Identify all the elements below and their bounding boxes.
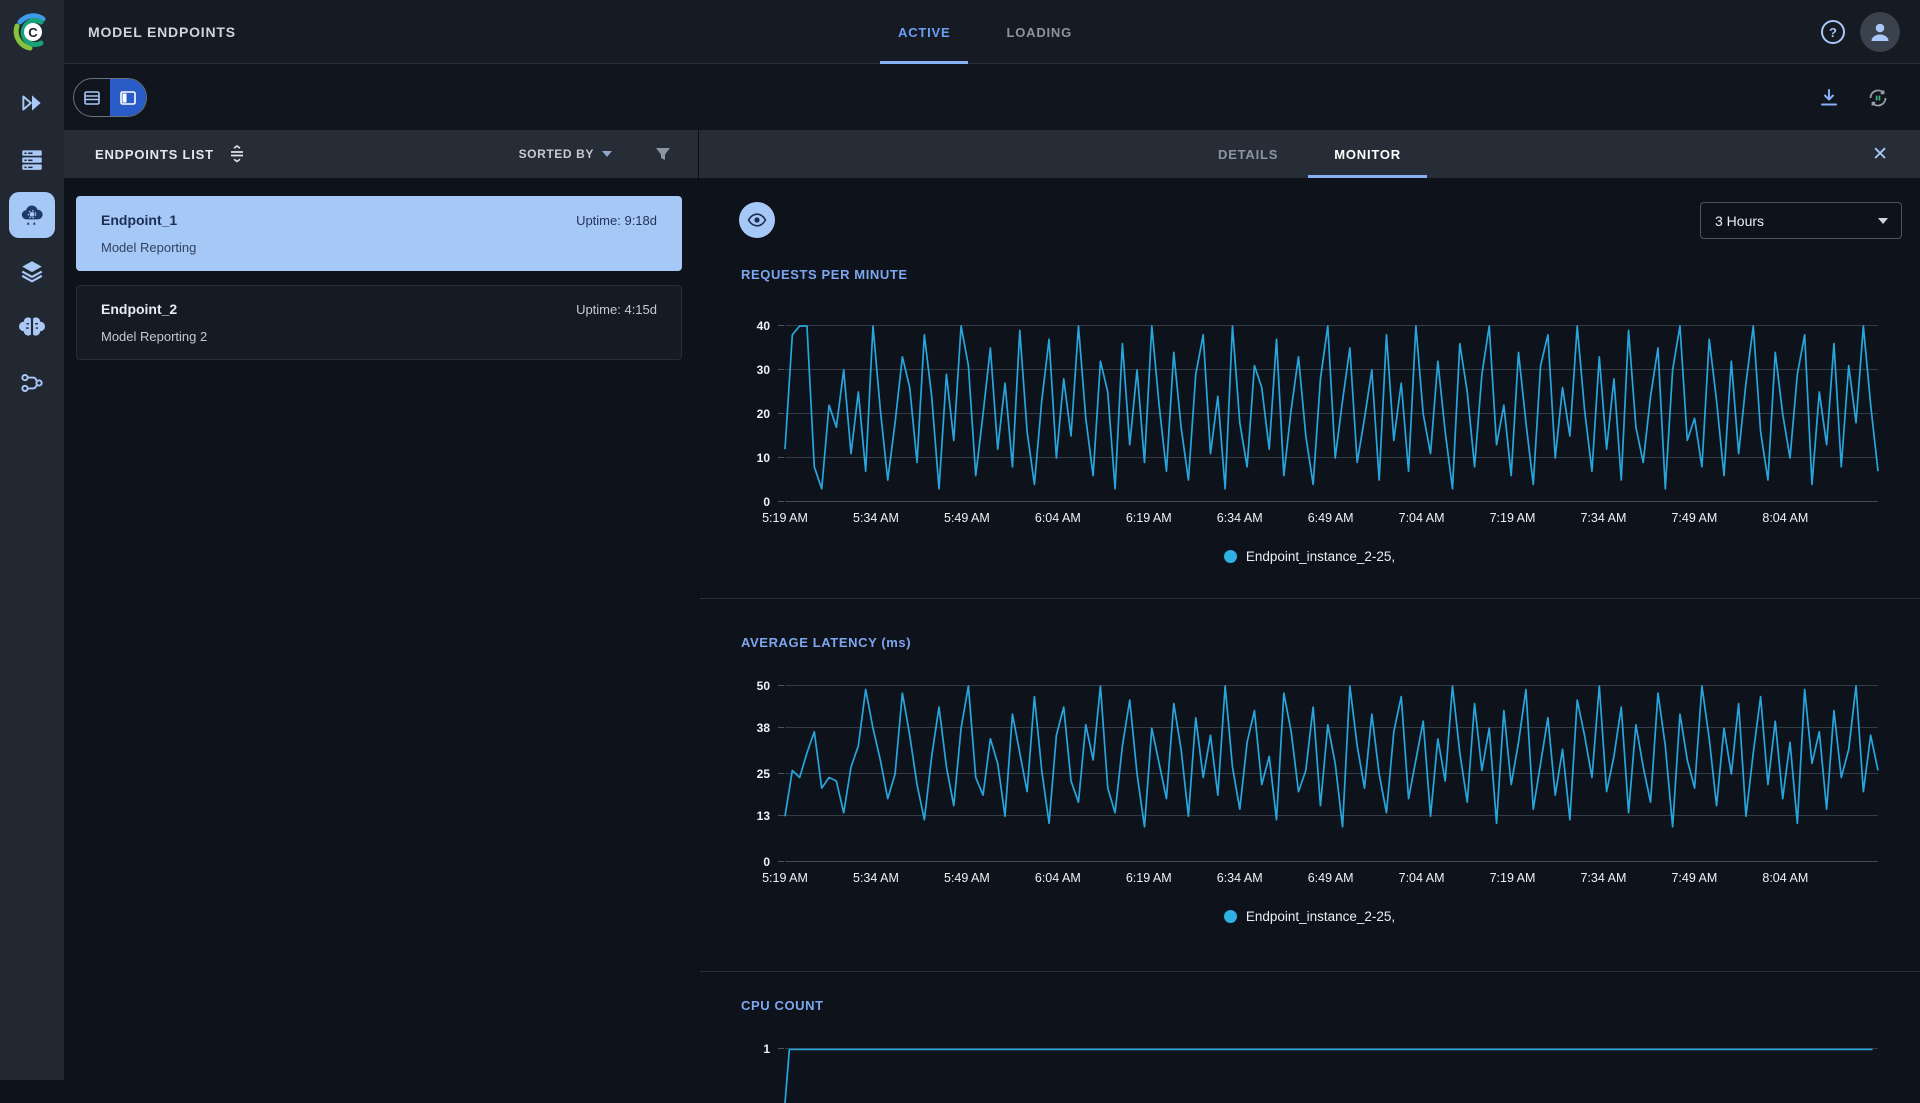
top-bar-actions: ?	[1820, 0, 1900, 64]
help-button[interactable]: ?	[1820, 19, 1846, 45]
view-mode-toggle	[73, 78, 147, 117]
endpoints-list-title: ENDPOINTS LIST	[95, 147, 214, 162]
eye-icon	[746, 209, 768, 231]
split-view-icon	[118, 88, 138, 108]
row-density-icon	[228, 145, 246, 163]
endpoint-uptime: Uptime: 4:15d	[576, 302, 657, 317]
cpu-chart-plot[interactable]: 1	[785, 1043, 1878, 1103]
svg-text:?: ?	[1829, 25, 1837, 40]
monitor-controls: 3 Hours	[699, 178, 1920, 239]
requests-chart-x-axis: 5:19 AM5:34 AM5:49 AM6:04 AM6:19 AM6:34 …	[785, 511, 1878, 527]
app-sidebar: C	[0, 0, 64, 1080]
endpoint-project: Model Reporting 2	[101, 329, 657, 344]
requests-chart-legend[interactable]: Endpoint_instance_2-25,	[699, 549, 1920, 564]
list-settings-button[interactable]	[228, 145, 246, 163]
pipelines-icon	[19, 370, 45, 396]
model-serving-icon	[19, 202, 45, 228]
endpoint-card-1[interactable]: Endpoint_1 Uptime: 9:18d Model Reporting	[76, 196, 682, 271]
chevron-down-icon	[1878, 218, 1888, 224]
table-view-icon	[82, 88, 102, 108]
table-view-button[interactable]	[74, 79, 110, 116]
sidebar-item-model-serving[interactable]	[9, 192, 55, 238]
requests-chart-plot[interactable]: 010203040	[785, 326, 1878, 502]
split-view-button[interactable]	[110, 79, 146, 116]
sorted-by-dropdown[interactable]: SORTED BY	[519, 147, 612, 161]
user-avatar-icon	[1868, 20, 1892, 44]
latency-chart-legend[interactable]: Endpoint_instance_2-25,	[699, 909, 1920, 924]
top-bar: MODEL ENDPOINTS ACTIVE LOADING ?	[64, 0, 1920, 64]
latency-chart-x-axis: 5:19 AM5:34 AM5:49 AM6:04 AM6:19 AM6:34 …	[785, 871, 1878, 887]
monitor-panel-header: DETAILS MONITOR ✕	[699, 130, 1920, 178]
sidebar-item-workers[interactable]	[9, 136, 55, 182]
download-button[interactable]	[1818, 87, 1840, 109]
endpoint-uptime: Uptime: 9:18d	[576, 213, 657, 228]
toolbar-actions	[1818, 65, 1890, 130]
datasets-icon	[19, 258, 45, 284]
chevron-down-icon	[602, 151, 612, 157]
help-icon: ?	[1820, 19, 1846, 45]
legend-marker-icon	[1224, 550, 1237, 563]
hide-charts-button[interactable]	[739, 202, 775, 238]
endpoints-cards: Endpoint_1 Uptime: 9:18d Model Reporting…	[64, 178, 698, 360]
view-toolbar	[64, 65, 1920, 130]
sidebar-item-pipelines[interactable]	[9, 360, 55, 406]
auto-refresh-icon	[1866, 86, 1890, 110]
endpoint-name: Endpoint_1	[101, 212, 177, 228]
endpoints-list-panel: ENDPOINTS LIST SORTED BY Endpoint_1 Upti…	[64, 130, 698, 1080]
legend-label: Endpoint_instance_2-25,	[1246, 549, 1395, 564]
page-title: MODEL ENDPOINTS	[88, 24, 236, 40]
latency-chart-plot[interactable]: 013253850	[785, 686, 1878, 862]
close-icon: ✕	[1872, 143, 1888, 166]
endpoint-state-tabs: ACTIVE LOADING	[894, 0, 1076, 64]
tab-monitor[interactable]: MONITOR	[1334, 130, 1401, 178]
sidebar-item-hyperdatasets[interactable]	[9, 304, 55, 350]
tab-details[interactable]: DETAILS	[1218, 130, 1278, 178]
section-divider	[699, 598, 1920, 599]
filter-funnel-icon	[654, 145, 672, 163]
sorted-by-label: SORTED BY	[519, 147, 594, 161]
sidebar-item-datasets[interactable]	[9, 248, 55, 294]
clearml-logo[interactable]: C	[0, 0, 64, 64]
projects-icon	[19, 90, 45, 116]
close-panel-button[interactable]: ✕	[1872, 130, 1888, 178]
user-avatar-button[interactable]	[1860, 12, 1900, 52]
monitor-panel: DETAILS MONITOR ✕ 3 Hours REQUESTS PER M…	[698, 130, 1920, 1080]
svg-text:C: C	[28, 25, 38, 40]
time-range-select[interactable]: 3 Hours	[1700, 202, 1902, 239]
section-divider	[699, 971, 1920, 972]
cpu-chart-title: CPU COUNT	[741, 998, 1920, 1013]
time-range-value: 3 Hours	[1715, 213, 1764, 229]
tab-active[interactable]: ACTIVE	[894, 0, 954, 64]
clearml-logo-icon: C	[10, 10, 54, 54]
endpoint-card-2[interactable]: Endpoint_2 Uptime: 4:15d Model Reporting…	[76, 285, 682, 360]
auto-refresh-button[interactable]	[1866, 86, 1890, 110]
legend-marker-icon	[1224, 910, 1237, 923]
latency-chart-title: AVERAGE LATENCY (ms)	[741, 635, 1920, 650]
workers-queues-icon	[19, 146, 45, 172]
endpoint-name: Endpoint_2	[101, 301, 177, 317]
requests-chart-title: REQUESTS PER MINUTE	[741, 267, 1920, 282]
tab-loading[interactable]: LOADING	[1002, 0, 1076, 64]
download-icon	[1818, 87, 1840, 109]
endpoints-list-header: ENDPOINTS LIST SORTED BY	[64, 130, 698, 178]
endpoint-project: Model Reporting	[101, 240, 657, 255]
brain-icon	[19, 314, 45, 340]
filter-button[interactable]	[654, 145, 672, 163]
sidebar-item-projects[interactable]	[9, 80, 55, 126]
legend-label: Endpoint_instance_2-25,	[1246, 909, 1395, 924]
